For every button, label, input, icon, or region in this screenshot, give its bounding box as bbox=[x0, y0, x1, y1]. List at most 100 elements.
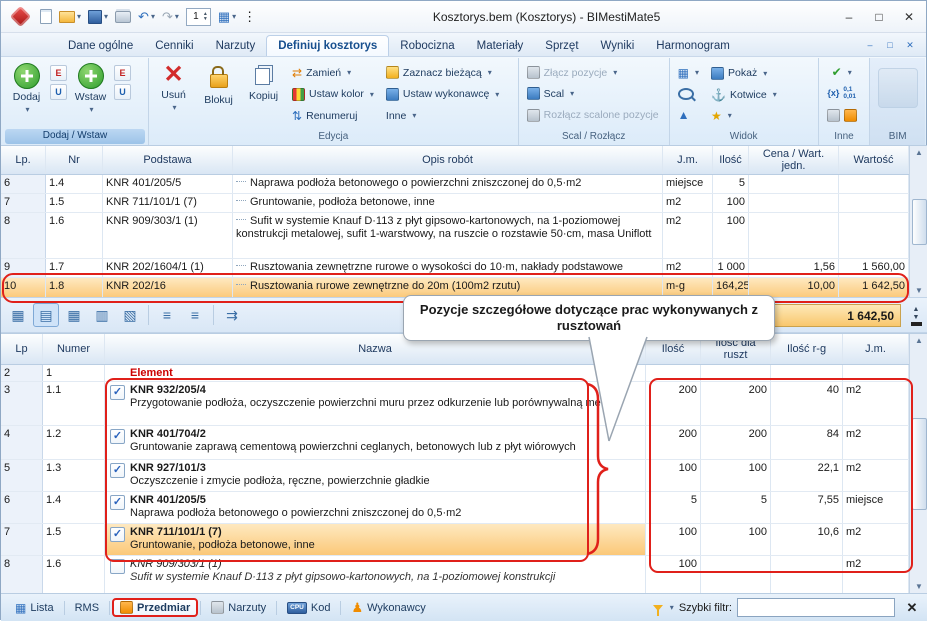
view-options-icon[interactable]: ▦▾ bbox=[215, 8, 239, 25]
column-header-nr[interactable]: Nr bbox=[46, 146, 103, 174]
view-tab-kod[interactable]: CPUKod bbox=[279, 599, 338, 617]
przedmiar-row-1-1[interactable]: 3 1.1 KNR 932/205/4Przygotowanie podłoża… bbox=[1, 382, 927, 426]
undo-icon[interactable]: ↶▾ bbox=[135, 8, 158, 25]
dropdown-icon[interactable]: ▾ bbox=[495, 90, 499, 99]
przedmiar-row-element[interactable]: 2 1 Element bbox=[1, 365, 927, 382]
dropdown-icon[interactable]: ▾ bbox=[412, 111, 416, 120]
tab-wyniki[interactable]: Wyniki bbox=[590, 36, 646, 56]
column-header-jm[interactable]: J.m. bbox=[663, 146, 713, 174]
tab-cenniki[interactable]: Cenniki bbox=[144, 36, 204, 56]
layout-toggle-3-icon[interactable]: ▥ bbox=[89, 303, 115, 327]
split-handle-icon[interactable] bbox=[911, 322, 922, 326]
insert-u-icon[interactable]: U bbox=[114, 84, 131, 100]
column-header-podstawa[interactable]: Podstawa bbox=[103, 146, 233, 174]
dropdown-icon[interactable]: ▾ bbox=[728, 111, 732, 120]
minimize-button[interactable]: – bbox=[834, 6, 864, 28]
renumeruj-button[interactable]: ⇅Renumeruj bbox=[290, 109, 376, 123]
move-up-button[interactable]: ▲ bbox=[676, 108, 701, 122]
ustaw-kolor-button[interactable]: Ustaw kolor▾ bbox=[290, 87, 376, 102]
row-checkbox[interactable] bbox=[110, 385, 125, 400]
przedmiar-row-1-3[interactable]: 5 1.3 KNR 927/101/3Oczyszczenie i zmycie… bbox=[1, 460, 927, 492]
usun-button[interactable]: ✕ Usuń ▾ bbox=[151, 60, 196, 128]
scroll-up-icon[interactable]: ▲ bbox=[913, 306, 920, 313]
document-close-icon[interactable]: ✕ bbox=[902, 38, 918, 52]
view-tab-narzuty[interactable]: Narzuty bbox=[203, 598, 274, 617]
dropdown-icon[interactable]: ▾ bbox=[848, 68, 852, 77]
filter-funnel-icon[interactable] bbox=[653, 605, 663, 611]
dropdown-icon[interactable]: ▾ bbox=[695, 68, 699, 77]
close-button[interactable]: ✕ bbox=[894, 6, 924, 28]
inne-button[interactable]: Inne▾ bbox=[384, 109, 501, 123]
tab-definiuj-kosztorys[interactable]: Definiuj kosztorys bbox=[266, 35, 389, 56]
scroll-up-icon[interactable]: ▲ bbox=[915, 148, 923, 157]
view-grid-button[interactable]: ▦▾ bbox=[676, 66, 701, 80]
dropdown-icon[interactable]: ▾ bbox=[773, 90, 777, 99]
column-header-ilosc-rg[interactable]: Ilość r-g bbox=[771, 334, 843, 364]
scrollbar-thumb[interactable] bbox=[912, 418, 927, 510]
dropdown-icon[interactable]: ▾ bbox=[670, 603, 674, 612]
przedmiar-row-1-6[interactable]: 8 1.6 KNR 909/303/1 (1)Sufit w systemie … bbox=[1, 556, 927, 593]
row-checkbox[interactable] bbox=[110, 559, 125, 574]
row-checkbox[interactable] bbox=[110, 429, 125, 444]
dropdown-icon[interactable]: ▾ bbox=[173, 103, 177, 112]
list-view-2-icon[interactable]: ≡ bbox=[182, 303, 208, 327]
dropdown-icon[interactable]: ▾ bbox=[151, 12, 155, 21]
scal-button[interactable]: Scal▾ bbox=[525, 86, 661, 101]
insert-element-icon[interactable]: E bbox=[114, 65, 131, 81]
print-icon[interactable] bbox=[112, 9, 134, 25]
tab-sprzet[interactable]: Sprzęt bbox=[534, 36, 589, 56]
column-header-opis[interactable]: Opis robót bbox=[233, 146, 663, 174]
zamien-button[interactable]: ⇄Zamień▾ bbox=[290, 66, 376, 80]
kosztorys-row-8[interactable]: 8 1.6 KNR 909/303/1 (1) Sufit w systemie… bbox=[1, 213, 927, 259]
dropdown-icon[interactable]: ▾ bbox=[25, 105, 29, 114]
favorites-button[interactable]: ★▾ bbox=[709, 109, 779, 123]
dropdown-icon[interactable]: ▾ bbox=[89, 105, 93, 114]
row-checkbox[interactable] bbox=[110, 495, 125, 510]
column-header-cena[interactable]: Cena / Wart. jedn. bbox=[749, 146, 839, 174]
kosztorys-row-9[interactable]: 9 1.7 KNR 202/1604/1 (1) Rusztowania zew… bbox=[1, 259, 927, 278]
upper-table-scrollbar[interactable]: ▲ ▼ bbox=[909, 146, 927, 297]
wstaw-button[interactable]: Wstaw ▾ bbox=[68, 60, 113, 127]
layout-toggle-2-icon[interactable]: ▦ bbox=[61, 303, 87, 327]
toolbar-overflow-icon[interactable]: ⋮ bbox=[240, 8, 259, 25]
scroll-up-icon[interactable]: ▲ bbox=[915, 336, 923, 345]
ribbon-minimize-icon[interactable]: – bbox=[862, 38, 878, 52]
scroll-down-icon[interactable]: ▼ bbox=[915, 286, 923, 295]
total-scroll-controls[interactable]: ▲ ▼ bbox=[906, 300, 926, 332]
tab-dane-ogolne[interactable]: Dane ogólne bbox=[57, 36, 144, 56]
edit-table-icon[interactable]: ▦ bbox=[5, 303, 31, 327]
list-view-1-icon[interactable]: ≡ bbox=[154, 303, 180, 327]
column-header-lp[interactable]: Lp bbox=[1, 334, 43, 364]
dropdown-icon[interactable]: ▾ bbox=[104, 12, 108, 21]
view-tab-wykonawcy[interactable]: ♟Wykonawcy bbox=[343, 598, 433, 617]
layout-toggle-4-icon[interactable]: ▧ bbox=[117, 303, 143, 327]
tab-narzuty[interactable]: Narzuty bbox=[205, 36, 267, 56]
measure-button[interactable] bbox=[825, 108, 859, 123]
zaznacz-biezaca-button[interactable]: Zaznacz bieżącą▾ bbox=[384, 65, 501, 80]
maximize-button[interactable]: □ bbox=[864, 6, 894, 28]
view-tab-przedmiar[interactable]: Przedmiar bbox=[112, 598, 198, 617]
blokuj-button[interactable]: Blokuj bbox=[196, 60, 241, 128]
przedmiar-row-1-4[interactable]: 6 1.4 KNR 401/205/5Naprawa podłoża beton… bbox=[1, 492, 927, 524]
przedmiar-row-1-2[interactable]: 4 1.2 KNR 401/704/2Gruntowanie zaprawą c… bbox=[1, 426, 927, 460]
kosztorys-row-6[interactable]: 6 1.4 KNR 401/205/5 Naprawa podłoża beto… bbox=[1, 175, 927, 194]
add-element-icon[interactable]: E bbox=[50, 65, 67, 81]
quick-filter-input[interactable] bbox=[737, 598, 895, 617]
zoom-button[interactable] bbox=[676, 87, 701, 101]
column-header-jm[interactable]: J.m. bbox=[843, 334, 909, 364]
dropdown-icon[interactable]: ▾ bbox=[77, 12, 81, 21]
merge-columns-icon[interactable]: ⇉ bbox=[219, 303, 245, 327]
open-file-icon[interactable]: ▾ bbox=[56, 9, 84, 25]
dropdown-icon[interactable]: ▾ bbox=[488, 68, 492, 77]
tab-materialy[interactable]: Materiały bbox=[466, 36, 535, 56]
view-tab-lista[interactable]: ▦Lista bbox=[7, 599, 62, 617]
new-document-icon[interactable] bbox=[37, 7, 55, 26]
page-number-spinner[interactable]: 1 ▲▼ bbox=[186, 8, 211, 26]
pokaz-button[interactable]: Pokaż▾ bbox=[709, 66, 779, 81]
row-checkbox[interactable] bbox=[110, 527, 125, 542]
kopiuj-button[interactable]: Kopiuj bbox=[241, 60, 286, 128]
column-header-numer[interactable]: Numer bbox=[43, 334, 105, 364]
add-u-icon[interactable]: U bbox=[50, 84, 67, 100]
tab-harmonogram[interactable]: Harmonogram bbox=[645, 36, 741, 56]
accept-button[interactable]: ✔▾ bbox=[830, 65, 854, 79]
